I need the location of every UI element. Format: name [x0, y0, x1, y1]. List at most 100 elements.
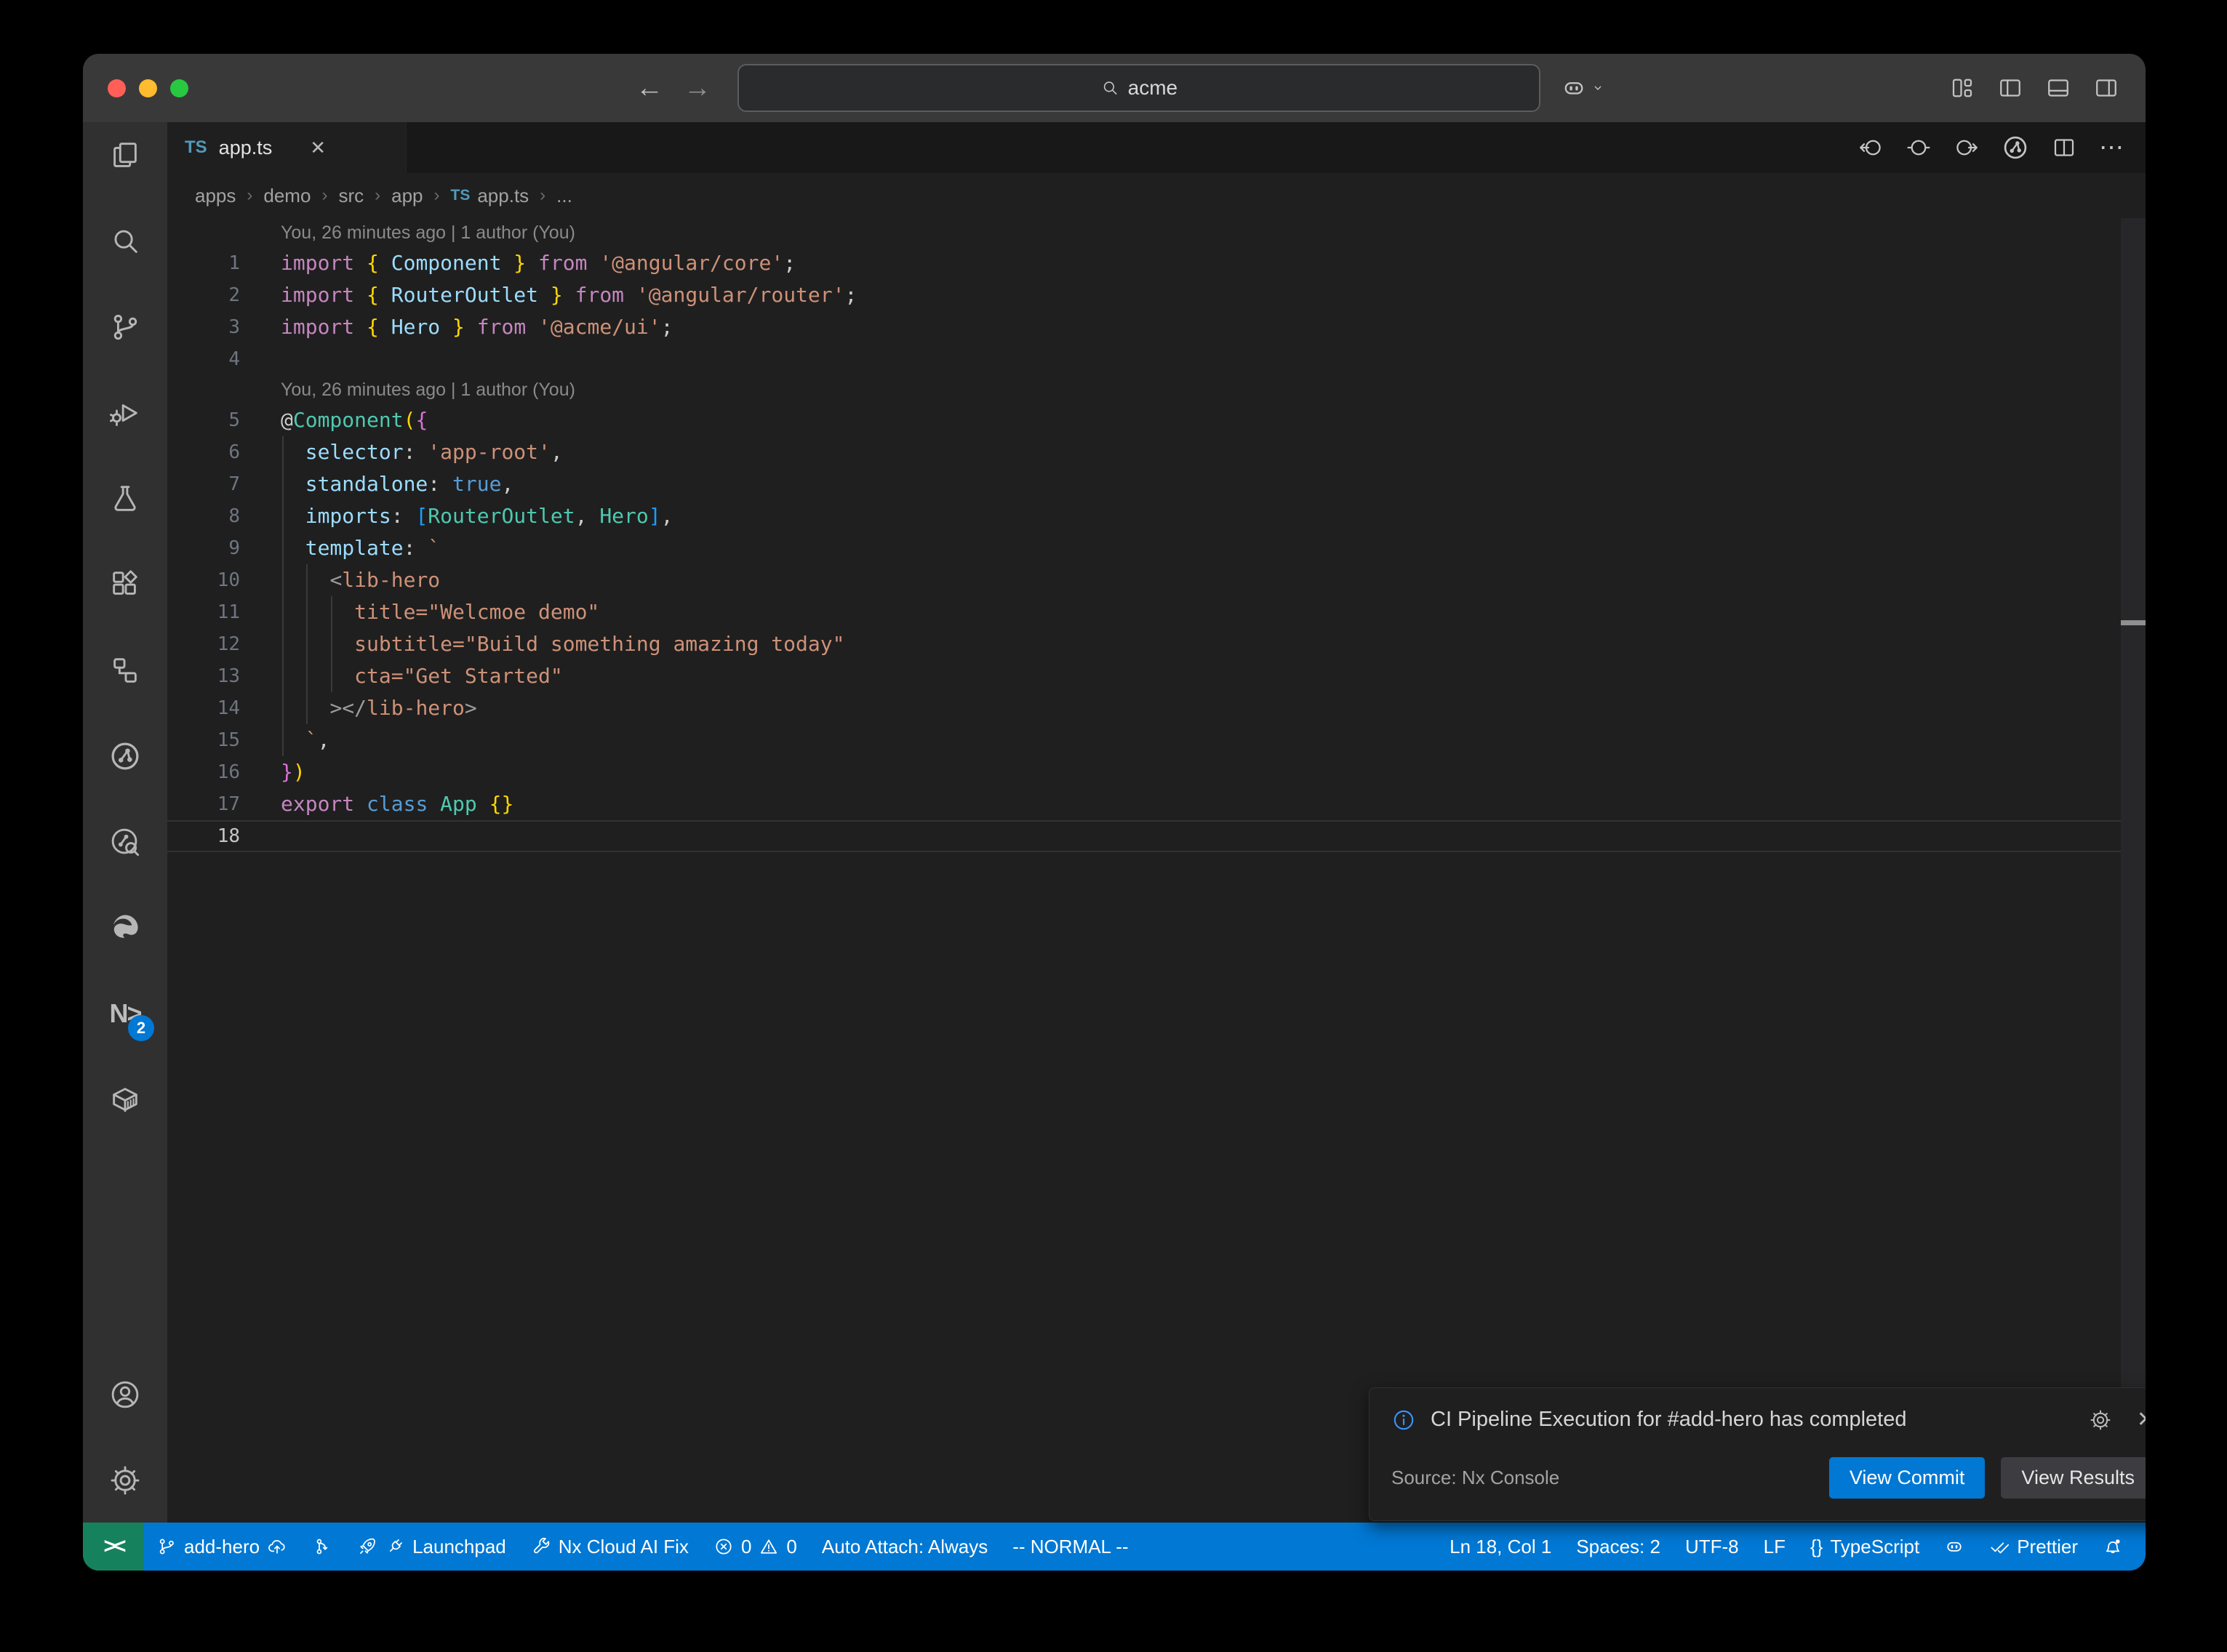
activity-source-control[interactable] [103, 305, 147, 349]
status-indentation[interactable]: Spaces: 2 [1564, 1523, 1673, 1571]
code-line-10[interactable]: 10 <lib-hero [167, 564, 2146, 596]
code-text: }) [281, 756, 305, 788]
graph-circle-icon[interactable] [2002, 134, 2029, 161]
customize-layout-icon[interactable] [1949, 75, 1975, 101]
code-line-6[interactable]: 6 selector: 'app-root', [167, 436, 2146, 468]
status-branch[interactable]: add-hero [144, 1523, 300, 1571]
notification-close-icon[interactable]: ✕ [2137, 1407, 2146, 1432]
status-text: -- NORMAL -- [1012, 1536, 1128, 1558]
activity-accounts[interactable] [103, 1373, 147, 1416]
activity-nx-console[interactable]: N>2 [103, 992, 147, 1035]
activity-edge-devtools[interactable] [103, 906, 147, 950]
code-line-3[interactable]: 3import { Hero } from '@acme/ui'; [167, 311, 2146, 343]
breadcrumb-item-demo[interactable]: demo [263, 185, 311, 207]
toggle-primary-sidebar-icon[interactable] [1997, 75, 2023, 101]
code-line-5[interactable]: 5@Component({ [167, 404, 2146, 436]
activity-explorer[interactable] [103, 134, 147, 177]
breadcrumb-separator: › [247, 185, 252, 206]
copilot-icon [1944, 1536, 1964, 1557]
activity-graph-search[interactable] [103, 820, 147, 864]
code-line-13[interactable]: 13 cta="Get Started" [167, 660, 2146, 692]
activity-search[interactable] [103, 220, 147, 263]
line-number [167, 218, 240, 247]
code-line-15[interactable]: 15 `, [167, 724, 2146, 756]
code-line-4[interactable]: 4 [167, 343, 2146, 375]
line-number: 16 [167, 756, 240, 788]
activity-testing[interactable] [103, 477, 147, 521]
wrench-icon [531, 1536, 551, 1557]
copilot-menu[interactable] [1561, 75, 1606, 101]
breadcrumb-item-app[interactable]: app [391, 185, 423, 207]
code-line-1[interactable]: 1import { Component } from '@angular/cor… [167, 247, 2146, 279]
status-vim-mode[interactable]: -- NORMAL -- [1000, 1523, 1140, 1571]
notification-settings-icon[interactable] [2089, 1407, 2112, 1432]
blame-text: You, 26 minutes ago | 1 author (You) [281, 375, 575, 404]
more-actions-icon[interactable]: ⋯ [2099, 133, 2124, 162]
status-cursor-position[interactable]: Ln 18, Col 1 [1437, 1523, 1564, 1571]
close-window-button[interactable] [108, 79, 126, 97]
status-text: Ln 18, Col 1 [1450, 1536, 1551, 1558]
code-line-11[interactable]: 11 title="Welcmoe demo" [167, 596, 2146, 628]
activity-containers[interactable] [103, 1078, 147, 1121]
code-line-2[interactable]: 2import { RouterOutlet } from '@angular/… [167, 279, 2146, 311]
status-eol[interactable]: LF [1751, 1523, 1798, 1571]
nav-previous-change-icon[interactable] [1858, 135, 1884, 161]
code-line-18[interactable]: 18 [167, 820, 2146, 852]
toggle-panel-icon[interactable] [2045, 75, 2071, 101]
close-tab-icon[interactable]: ✕ [310, 137, 326, 159]
minimize-window-button[interactable] [139, 79, 157, 97]
status-notifications[interactable] [2090, 1523, 2135, 1571]
blame-annotation[interactable]: You, 26 minutes ago | 1 author (You) [167, 375, 2146, 404]
nav-next-change-icon[interactable] [1954, 135, 1980, 161]
code-line-17[interactable]: 17export class App {} [167, 788, 2146, 820]
braces-icon: {} [1810, 1536, 1823, 1558]
code-editor[interactable]: You, 26 minutes ago | 1 author (You)1imp… [167, 218, 2146, 1523]
activity-extensions[interactable] [103, 563, 147, 606]
tab-app-ts[interactable]: TS app.ts ✕ [167, 122, 407, 173]
overview-ruler[interactable] [2121, 218, 2146, 1523]
command-center-search[interactable]: acme [737, 64, 1540, 112]
navigate-back-icon[interactable]: ← [636, 74, 663, 102]
code-line-16[interactable]: 16}) [167, 756, 2146, 788]
beaker-icon [108, 482, 142, 516]
activity-manage[interactable] [103, 1459, 147, 1502]
search-value: acme [1128, 76, 1178, 100]
status-nx-cloud-ai-fix[interactable]: Nx Cloud AI Fix [519, 1523, 701, 1571]
open-change-icon[interactable] [1906, 135, 1932, 161]
breadcrumb-item-apps[interactable]: apps [195, 185, 236, 207]
breadcrumb-item--[interactable]: ... [556, 185, 572, 207]
code-line-7[interactable]: 7 standalone: true, [167, 468, 2146, 500]
status-language-mode[interactable]: {}TypeScript [1798, 1523, 1932, 1571]
code-line-14[interactable]: 14 ></lib-hero> [167, 692, 2146, 724]
code-text: subtitle="Build something amazing today" [281, 628, 844, 660]
view-results-button[interactable]: View Results [2001, 1457, 2146, 1499]
split-editor-icon[interactable] [2051, 135, 2077, 161]
view-commit-button[interactable]: View Commit [1829, 1457, 1986, 1499]
status-remote-indicator[interactable]: >< [83, 1523, 144, 1571]
status-prettier[interactable]: Prettier [1977, 1523, 2090, 1571]
code-line-9[interactable]: 9 template: ` [167, 532, 2146, 564]
blame-annotation[interactable]: You, 26 minutes ago | 1 author (You) [167, 218, 2146, 247]
navigate-forward-icon[interactable]: → [684, 74, 711, 102]
status-source-control-graph[interactable] [300, 1523, 345, 1571]
status-text: Spaces: 2 [1576, 1536, 1660, 1558]
code-line-8[interactable]: 8 imports: [RouterOutlet, Hero], [167, 500, 2146, 532]
double-check-icon [1989, 1536, 2010, 1557]
status-auto-attach[interactable]: Auto Attach: Always [809, 1523, 1000, 1571]
status-text: UTF-8 [1685, 1536, 1739, 1558]
code-line-12[interactable]: 12 subtitle="Build something amazing tod… [167, 628, 2146, 660]
maximize-window-button[interactable] [170, 79, 188, 97]
info-icon [1391, 1408, 1416, 1432]
status-launchpad[interactable]: Launchpad [345, 1523, 519, 1571]
status-problems[interactable]: 00 [701, 1523, 809, 1571]
status-copilot[interactable] [1932, 1523, 1977, 1571]
breadcrumb-item-app-ts[interactable]: TSapp.ts [451, 185, 529, 207]
toggle-secondary-sidebar-icon[interactable] [2093, 75, 2119, 101]
line-number: 10 [167, 564, 240, 596]
activity-pipeline-graph[interactable] [103, 734, 147, 778]
status-encoding[interactable]: UTF-8 [1673, 1523, 1751, 1571]
breadcrumb-item-src[interactable]: src [338, 185, 364, 207]
activity-org-chart-view[interactable] [103, 649, 147, 692]
breadcrumb: apps›demo›src›app›TSapp.ts›... [167, 173, 2146, 218]
activity-run-and-debug[interactable] [103, 391, 147, 435]
